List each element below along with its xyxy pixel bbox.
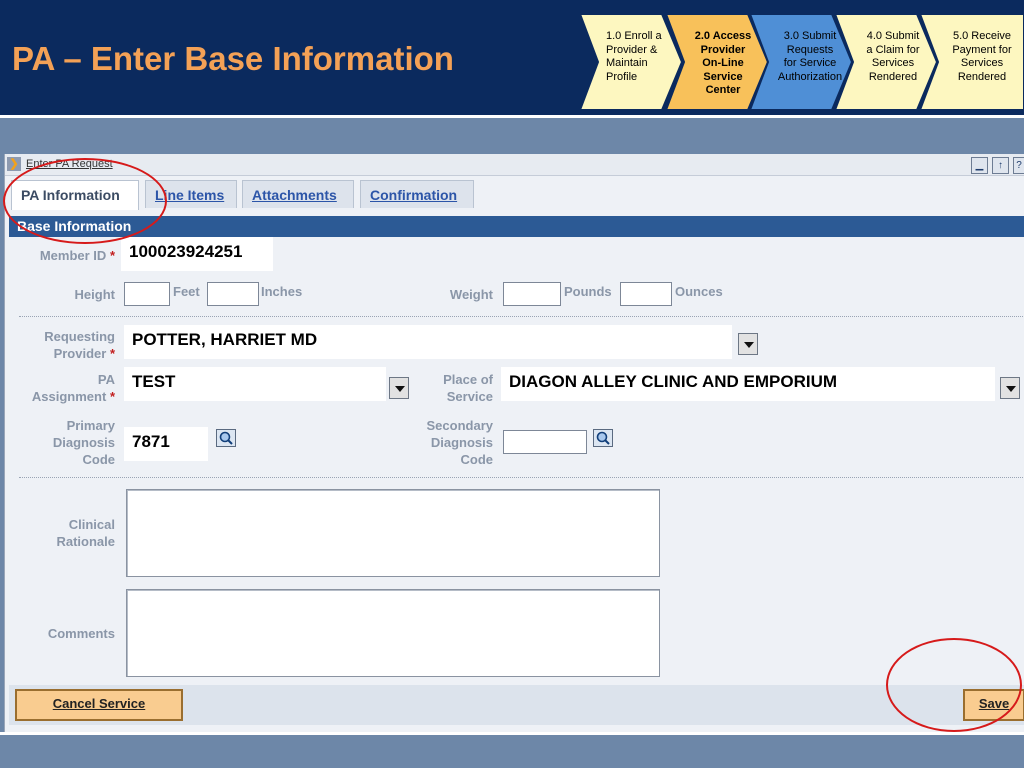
magnifier-icon[interactable]	[593, 429, 613, 447]
weight-label: Weight	[449, 287, 493, 302]
background-band	[0, 121, 1024, 153]
clinical-rationale-label: Clinical Rationale	[56, 517, 115, 549]
chevron-down-icon[interactable]	[738, 333, 758, 355]
process-step-5: 5.0 Receive Payment for Services Rendere…	[920, 14, 1024, 110]
requesting-provider-select[interactable]: POTTER, HARRIET MD	[124, 325, 732, 359]
weight-pounds-input[interactable]	[503, 282, 561, 306]
tab-confirmation[interactable]: Confirmation	[360, 180, 474, 208]
background-band	[0, 732, 1024, 768]
chevron-down-icon[interactable]	[1000, 377, 1020, 399]
base-information-form: Member ID * 100023924251 Height Feet Inc…	[9, 237, 1024, 685]
primary-diagnosis-label: Primary Diagnosis Code	[52, 418, 115, 467]
tab-attachments[interactable]: Attachments	[242, 180, 354, 208]
pa-assignment-label: PA Assignment *	[31, 372, 115, 404]
process-step-5-label: 5.0 Receive Payment for Services Rendere…	[952, 30, 1012, 83]
requesting-provider-label: Requesting Provider *	[44, 329, 115, 361]
member-id-field[interactable]: 100023924251	[121, 237, 273, 271]
annotation-circle	[3, 158, 167, 244]
minimize-icon[interactable]: ▁	[971, 157, 988, 174]
feet-unit: Feet	[173, 284, 200, 299]
clinical-rationale-textarea[interactable]	[126, 489, 660, 577]
height-feet-input[interactable]	[124, 282, 170, 306]
secondary-diagnosis-label: Secondary Diagnosis Code	[426, 418, 493, 467]
inches-unit: Inches	[261, 284, 303, 299]
chevron-down-icon[interactable]	[389, 377, 409, 399]
section-title: Base Information	[9, 216, 1024, 237]
member-id-label: Member ID *	[39, 248, 115, 263]
restore-icon[interactable]: ↑	[992, 157, 1009, 174]
comments-textarea[interactable]	[126, 589, 660, 677]
divider	[19, 316, 1024, 317]
pa-assignment-select[interactable]: TEST	[124, 367, 386, 401]
chevron-right-icon[interactable]: ❯	[7, 157, 21, 171]
annotation-circle	[886, 638, 1022, 732]
place-of-service-label: Place of Service	[443, 372, 493, 404]
secondary-diagnosis-input[interactable]	[503, 430, 587, 454]
cancel-service-button[interactable]: Cancel Service	[15, 689, 183, 721]
process-step-2-label: 2.0 Access Provider On-Line Service Cent…	[694, 30, 752, 96]
help-icon[interactable]: ?	[1013, 157, 1024, 174]
pounds-unit: Pounds	[564, 284, 612, 299]
height-inches-input[interactable]	[207, 282, 259, 306]
height-label: Height	[74, 287, 115, 302]
place-of-service-select[interactable]: DIAGON ALLEY CLINIC AND EMPORIUM	[501, 367, 995, 401]
magnifier-icon[interactable]	[216, 429, 236, 447]
weight-ounces-input[interactable]	[620, 282, 672, 306]
divider	[19, 477, 1024, 478]
ounces-unit: Ounces	[675, 284, 723, 299]
form-footer: Cancel Service Save	[9, 685, 1024, 725]
panel-header: ❯ Enter PA Request ▁ ↑ ?	[5, 154, 1024, 176]
process-steps: 1.0 Enroll a Provider & Maintain Profile…	[0, 0, 1024, 118]
process-step-1-label: 1.0 Enroll a Provider & Maintain Profile	[606, 30, 662, 83]
comments-label: Comments	[47, 626, 115, 641]
primary-diagnosis-input[interactable]: 7871	[124, 427, 208, 461]
pa-request-panel: ❯ Enter PA Request ▁ ↑ ? PA Information …	[4, 154, 1024, 732]
process-step-4-label: 4.0 Submit a Claim for Services Rendered	[866, 30, 920, 83]
